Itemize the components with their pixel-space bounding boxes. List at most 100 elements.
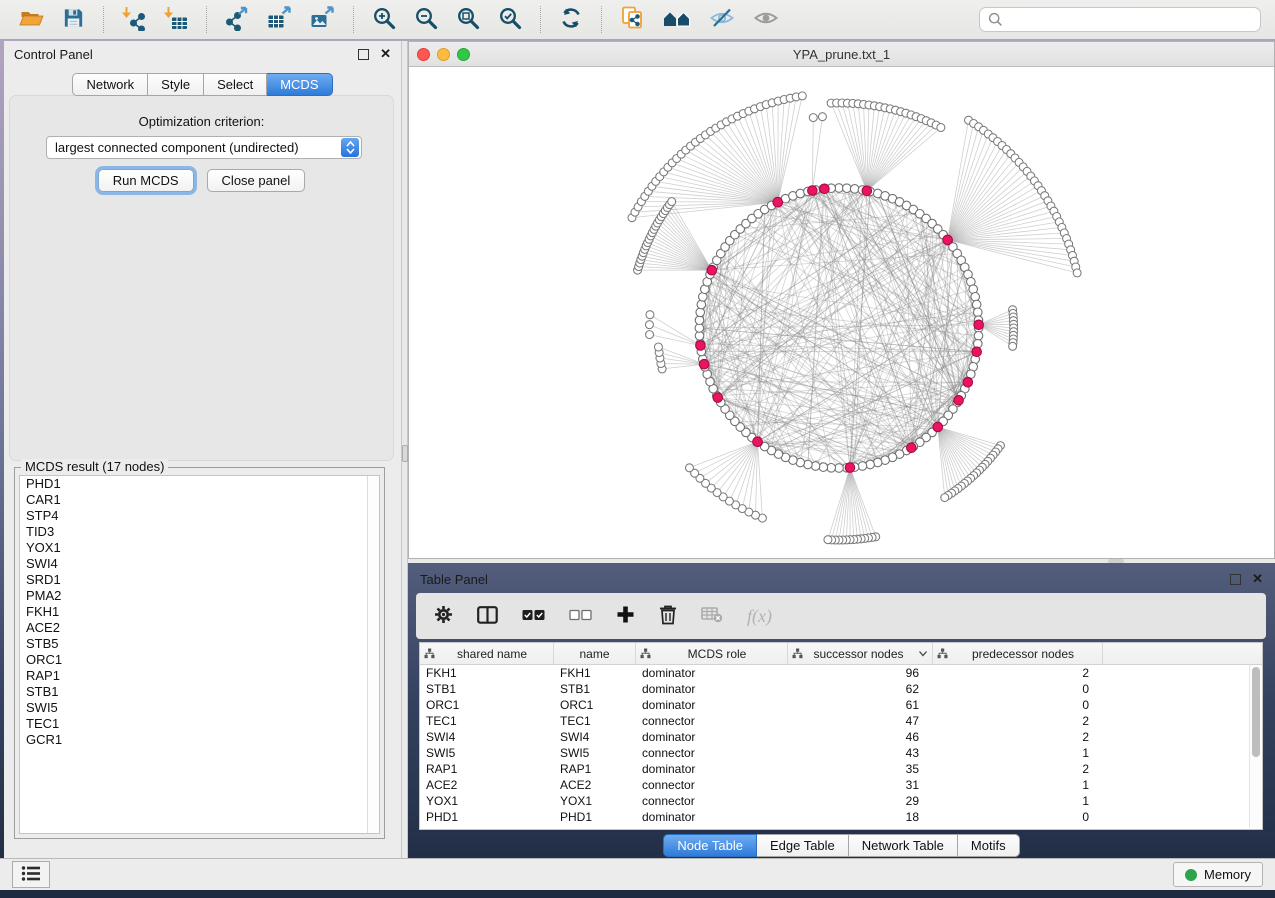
table-row[interactable]: PHD1PHD1dominator180 [420, 809, 1262, 825]
refresh-icon [558, 5, 584, 34]
export-network-button[interactable] [223, 4, 251, 35]
table-row[interactable]: TEC1TEC1connector472 [420, 713, 1262, 729]
deselect-all-rows-button[interactable] [569, 608, 592, 625]
cell: 2 [933, 729, 1103, 745]
refresh-view-button[interactable] [557, 4, 585, 35]
hide-selected-button[interactable] [707, 4, 737, 35]
select-all-rows-button[interactable] [522, 608, 545, 625]
run-mcds-button[interactable]: Run MCDS [98, 169, 194, 192]
mcds-result-item[interactable]: STB5 [20, 636, 379, 652]
status-bar: Memory [0, 858, 1275, 890]
first-neighbors-button[interactable] [661, 4, 693, 35]
export-table-button[interactable] [265, 4, 294, 35]
column-header-name[interactable]: name [554, 643, 636, 664]
table-row[interactable]: FKH1FKH1dominator962 [420, 665, 1262, 681]
tab-style[interactable]: Style [148, 73, 204, 96]
mcds-result-item[interactable]: PHD1 [20, 476, 379, 492]
column-header-predecessor-nodes[interactable]: predecessor nodes [933, 643, 1103, 664]
float-panel-icon[interactable] [1230, 574, 1241, 585]
mcds-result-item[interactable]: GCR1 [20, 732, 379, 748]
network-canvas[interactable] [409, 66, 1274, 558]
column-header-empty [1103, 643, 1262, 664]
zoom-in-button[interactable] [370, 4, 398, 35]
open-session-button[interactable] [17, 4, 46, 35]
network-canvas-svg[interactable] [409, 66, 1274, 558]
cell: 18 [788, 809, 933, 825]
mcds-list-scrollbar[interactable] [367, 476, 379, 833]
zoom-selected-button[interactable] [496, 4, 524, 35]
mcds-result-item[interactable]: SWI5 [20, 700, 379, 716]
memory-button[interactable]: Memory [1173, 862, 1263, 887]
mcds-result-item[interactable]: STB1 [20, 684, 379, 700]
delete-columns-button[interactable] [659, 604, 677, 628]
mcds-result-item[interactable]: SRD1 [20, 572, 379, 588]
zoom-fit-button[interactable] [454, 4, 482, 35]
column-settings-button[interactable] [434, 605, 453, 627]
tab-node-table[interactable]: Node Table [663, 834, 757, 857]
save-session-button[interactable] [60, 4, 87, 35]
mcds-result-item[interactable]: ORC1 [20, 652, 379, 668]
table-row[interactable]: SWI4SWI4dominator462 [420, 729, 1262, 745]
tab-network[interactable]: Network [72, 73, 148, 96]
mcds-result-item[interactable]: STP4 [20, 508, 379, 524]
close-panel-icon[interactable]: ✕ [380, 49, 391, 59]
search-input[interactable] [1009, 11, 1252, 28]
mcds-result-item[interactable]: TEC1 [20, 716, 379, 732]
cell: TEC1 [554, 713, 636, 729]
close-panel-icon[interactable]: ✕ [1252, 574, 1263, 584]
zoom-fit-icon [455, 5, 481, 34]
table-row[interactable]: ACE2ACE2connector311 [420, 777, 1262, 793]
mcds-result-item[interactable]: RAP1 [20, 668, 379, 684]
column-header-shared-name[interactable]: shared name [420, 643, 554, 664]
mcds-result-item[interactable]: CAR1 [20, 492, 379, 508]
tab-network-table[interactable]: Network Table [849, 834, 958, 857]
export-image-button[interactable] [308, 4, 337, 35]
mcds-result-item[interactable]: PMA2 [20, 588, 379, 604]
mcds-result-list[interactable]: PHD1CAR1STP4TID3YOX1SWI4SRD1PMA2FKH1ACE2… [19, 475, 380, 834]
split-table-button[interactable] [477, 606, 498, 627]
optimization-criterion-select[interactable]: largest connected component (undirected) [46, 136, 362, 159]
cell: 2 [933, 665, 1103, 681]
gear-icon [434, 605, 453, 627]
tab-mcds[interactable]: MCDS [267, 73, 332, 96]
control-panel-title: Control Panel [14, 47, 93, 62]
vertical-splitter[interactable] [401, 41, 408, 858]
table-row[interactable]: ORC1ORC1dominator610 [420, 697, 1262, 713]
close-panel-button[interactable]: Close panel [207, 169, 306, 192]
table-scrollbar-track[interactable] [1249, 665, 1262, 828]
duplicate-network-button[interactable] [618, 4, 647, 35]
cell: RAP1 [420, 761, 554, 777]
mcds-result-item[interactable]: ACE2 [20, 620, 379, 636]
duplicate-network-icon [619, 5, 646, 34]
cytoscape-window: Control Panel ✕ NetworkStyleSelectMCDS O… [0, 0, 1275, 898]
zoom-out-button[interactable] [412, 4, 440, 35]
task-history-button[interactable] [12, 861, 50, 888]
cell: 47 [788, 713, 933, 729]
table-row[interactable]: SWI5SWI5connector431 [420, 745, 1262, 761]
mcds-result-item[interactable]: TID3 [20, 524, 379, 540]
import-table-button[interactable] [162, 4, 190, 35]
horizontal-splitter[interactable] [408, 559, 1275, 563]
tab-select[interactable]: Select [204, 73, 267, 96]
cell: connector [636, 777, 788, 793]
splitter-handle[interactable] [1108, 559, 1124, 563]
cell: 2 [933, 761, 1103, 777]
tab-edge-table[interactable]: Edge Table [757, 834, 849, 857]
column-header-mcds-role[interactable]: MCDS role [636, 643, 788, 664]
show-all-button[interactable] [751, 4, 781, 35]
tab-motifs[interactable]: Motifs [958, 834, 1020, 857]
mcds-result-item[interactable]: FKH1 [20, 604, 379, 620]
table-row[interactable]: RAP1RAP1dominator352 [420, 761, 1262, 777]
import-network-button[interactable] [120, 4, 148, 35]
table-row[interactable]: STB1STB1dominator620 [420, 681, 1262, 697]
cell: FKH1 [420, 665, 554, 681]
table-scrollbar-thumb[interactable] [1252, 667, 1260, 757]
mcds-result-item[interactable]: YOX1 [20, 540, 379, 556]
column-header-successor-nodes[interactable]: successor nodes [788, 643, 933, 664]
float-panel-icon[interactable] [358, 49, 369, 60]
add-column-button[interactable] [616, 605, 635, 627]
table-row[interactable]: YOX1YOX1connector291 [420, 793, 1262, 809]
network-view-titlebar: YPA_prune.txt_1 [409, 42, 1274, 67]
mcds-result-item[interactable]: SWI4 [20, 556, 379, 572]
cell: dominator [636, 729, 788, 745]
